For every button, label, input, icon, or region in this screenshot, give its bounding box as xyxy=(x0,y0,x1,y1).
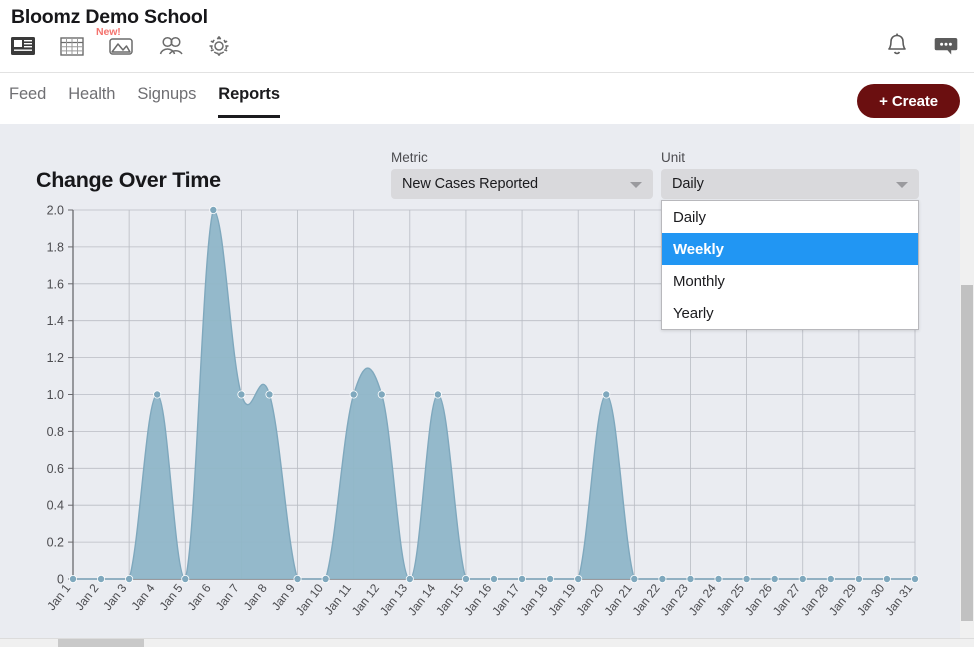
svg-text:1.8: 1.8 xyxy=(47,240,64,254)
chevron-down-icon xyxy=(896,182,908,188)
svg-text:Jan 30: Jan 30 xyxy=(854,581,887,618)
svg-text:Jan 2: Jan 2 xyxy=(72,581,101,613)
metric-label: Metric xyxy=(391,150,428,165)
report-panel: Change Over Time Metric New Cases Report… xyxy=(0,124,974,647)
tab-reports[interactable]: Reports xyxy=(218,85,280,118)
secondary-nav: Feed Health Signups Reports xyxy=(0,73,974,124)
tab-health[interactable]: Health xyxy=(68,85,115,118)
primary-nav-icons xyxy=(8,31,234,61)
svg-text:Jan 27: Jan 27 xyxy=(770,581,803,618)
create-button[interactable]: + Create xyxy=(857,84,960,118)
svg-text:0.4: 0.4 xyxy=(47,499,64,513)
people-icon[interactable] xyxy=(155,31,185,61)
nav-tabs: Feed Health Signups Reports xyxy=(9,85,280,118)
unit-option-daily[interactable]: Daily xyxy=(662,201,918,233)
calendar-icon[interactable] xyxy=(57,31,87,61)
svg-text:Jan 23: Jan 23 xyxy=(658,581,691,618)
svg-text:1.2: 1.2 xyxy=(47,351,64,365)
settings-gear-icon[interactable] xyxy=(204,31,234,61)
svg-text:Jan 29: Jan 29 xyxy=(826,581,859,618)
unit-selector-group: Unit Daily xyxy=(661,150,919,199)
horizontal-scrollbar-thumb[interactable] xyxy=(58,639,144,647)
svg-text:Jan 26: Jan 26 xyxy=(742,581,775,618)
svg-text:Jan 20: Jan 20 xyxy=(573,581,606,618)
svg-text:Jan 14: Jan 14 xyxy=(405,581,438,618)
unit-select[interactable]: Daily xyxy=(661,169,919,199)
svg-text:Jan 18: Jan 18 xyxy=(517,581,550,618)
svg-text:Jan 19: Jan 19 xyxy=(545,581,578,618)
svg-text:Jan 31: Jan 31 xyxy=(882,581,915,618)
svg-text:Jan 11: Jan 11 xyxy=(321,581,354,618)
svg-text:Jan 15: Jan 15 xyxy=(433,581,466,618)
vertical-scrollbar-thumb[interactable] xyxy=(961,285,973,621)
svg-text:Jan 1: Jan 1 xyxy=(44,581,73,613)
vertical-scrollbar[interactable] xyxy=(960,124,974,638)
svg-text:Jan 6: Jan 6 xyxy=(185,581,214,613)
svg-text:Jan 5: Jan 5 xyxy=(157,581,186,613)
svg-text:1.4: 1.4 xyxy=(47,314,64,328)
svg-text:0.6: 0.6 xyxy=(47,462,64,476)
svg-text:Jan 24: Jan 24 xyxy=(686,581,719,618)
svg-text:2.0: 2.0 xyxy=(47,204,64,218)
svg-text:Jan 21: Jan 21 xyxy=(601,581,634,618)
svg-text:0.2: 0.2 xyxy=(47,536,64,550)
svg-text:1.6: 1.6 xyxy=(47,277,64,291)
svg-text:Jan 10: Jan 10 xyxy=(293,581,326,618)
metric-select[interactable]: New Cases Reported xyxy=(391,169,653,199)
svg-text:Jan 8: Jan 8 xyxy=(241,581,270,613)
unit-option-monthly[interactable]: Monthly xyxy=(662,265,918,297)
chevron-down-icon xyxy=(630,182,642,188)
svg-text:Jan 7: Jan 7 xyxy=(213,581,242,613)
photos-new-badge: New! xyxy=(96,26,121,38)
svg-text:0.8: 0.8 xyxy=(47,425,64,439)
chat-bubble-icon[interactable] xyxy=(932,31,960,59)
svg-text:Jan 16: Jan 16 xyxy=(461,581,494,618)
horizontal-scrollbar[interactable] xyxy=(0,638,974,647)
svg-text:Jan 28: Jan 28 xyxy=(798,581,831,618)
svg-text:Jan 3: Jan 3 xyxy=(100,581,129,613)
svg-text:Jan 22: Jan 22 xyxy=(630,581,663,618)
metric-selector-group: Metric New Cases Reported xyxy=(391,150,653,199)
bell-icon[interactable] xyxy=(883,31,911,59)
feed-icon[interactable] xyxy=(8,31,38,61)
unit-selected-value: Daily xyxy=(672,176,704,192)
top-header: Bloomz Demo School New! xyxy=(0,0,974,73)
svg-text:Jan 12: Jan 12 xyxy=(349,581,382,618)
unit-label: Unit xyxy=(661,150,686,165)
unit-option-weekly[interactable]: Weekly xyxy=(662,233,918,265)
svg-text:Jan 13: Jan 13 xyxy=(377,581,410,618)
header-actions xyxy=(883,31,960,59)
tab-feed[interactable]: Feed xyxy=(9,85,46,118)
page-title: Change Over Time xyxy=(36,168,221,192)
unit-dropdown-menu: Daily Weekly Monthly Yearly xyxy=(661,200,919,330)
app-root: Bloomz Demo School New! Feed Health Sign… xyxy=(0,0,974,647)
unit-option-yearly[interactable]: Yearly xyxy=(662,297,918,329)
svg-text:1.0: 1.0 xyxy=(47,388,64,402)
metric-selected-value: New Cases Reported xyxy=(402,176,539,192)
svg-text:Jan 4: Jan 4 xyxy=(128,581,157,613)
tab-signups[interactable]: Signups xyxy=(137,85,196,118)
svg-text:Jan 17: Jan 17 xyxy=(489,581,522,618)
svg-text:Jan 25: Jan 25 xyxy=(714,581,747,618)
